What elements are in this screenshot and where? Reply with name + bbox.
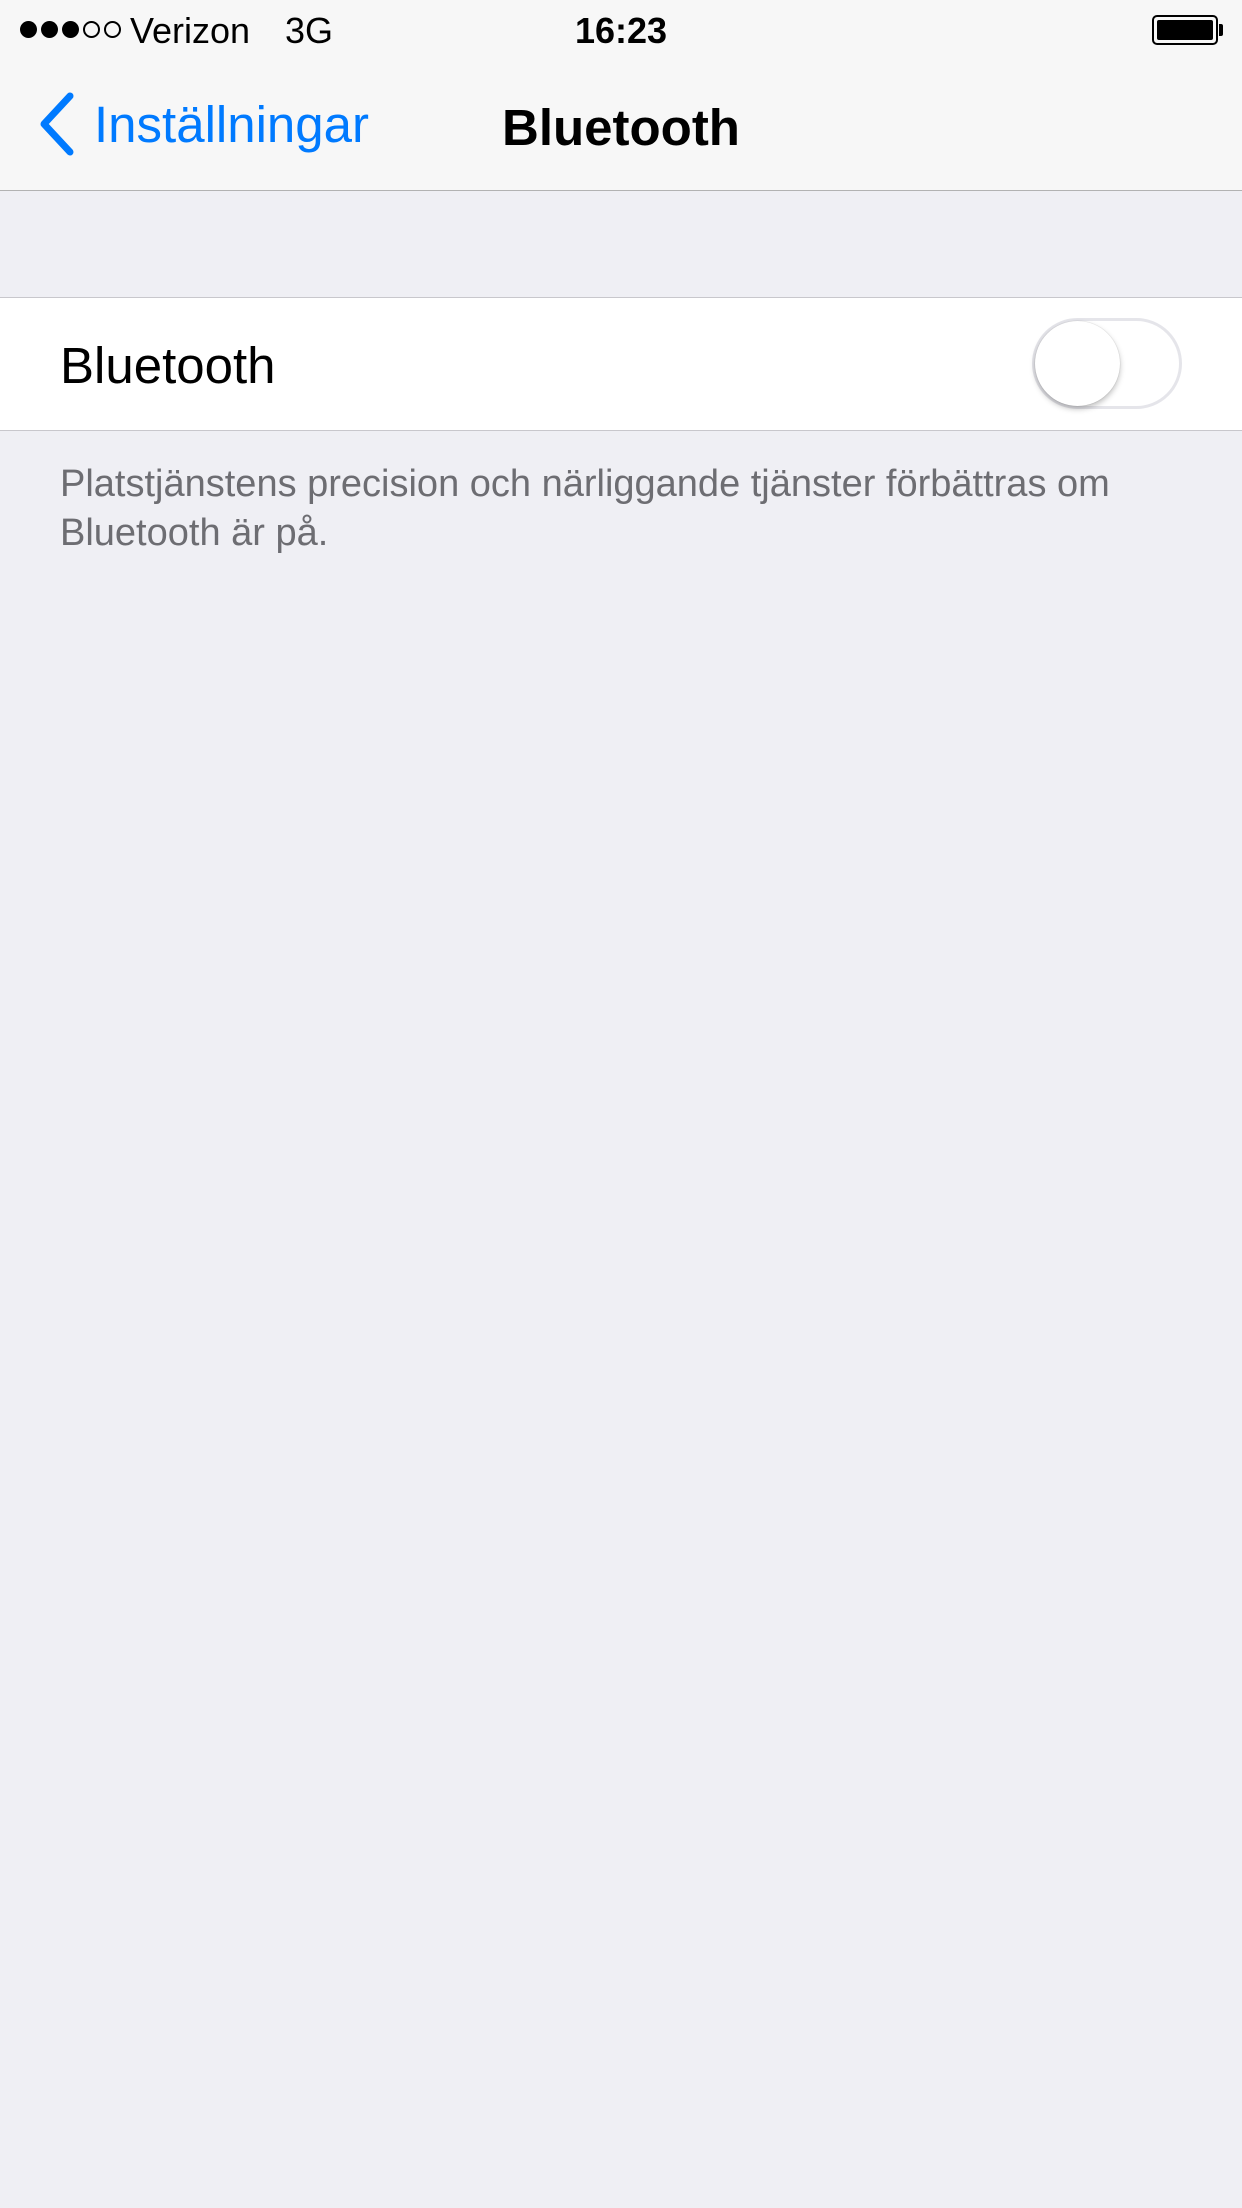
bluetooth-label: Bluetooth — [60, 337, 276, 394]
navigation-bar: Inställningar Bluetooth — [0, 60, 1242, 191]
bluetooth-setting-row: Bluetooth — [0, 297, 1242, 431]
status-bar: Verizon 3G 16:23 — [0, 0, 1242, 60]
bluetooth-toggle[interactable] — [1032, 318, 1182, 409]
battery-level — [1157, 20, 1213, 40]
toggle-knob — [1035, 321, 1120, 406]
status-time: 16:23 — [574, 10, 668, 51]
battery-tip — [1219, 24, 1223, 36]
page-title: Bluetooth — [502, 99, 740, 156]
battery-icon — [1152, 15, 1218, 45]
bluetooth-footer-note: Platstjänstens precision och närliggande… — [60, 463, 1110, 554]
